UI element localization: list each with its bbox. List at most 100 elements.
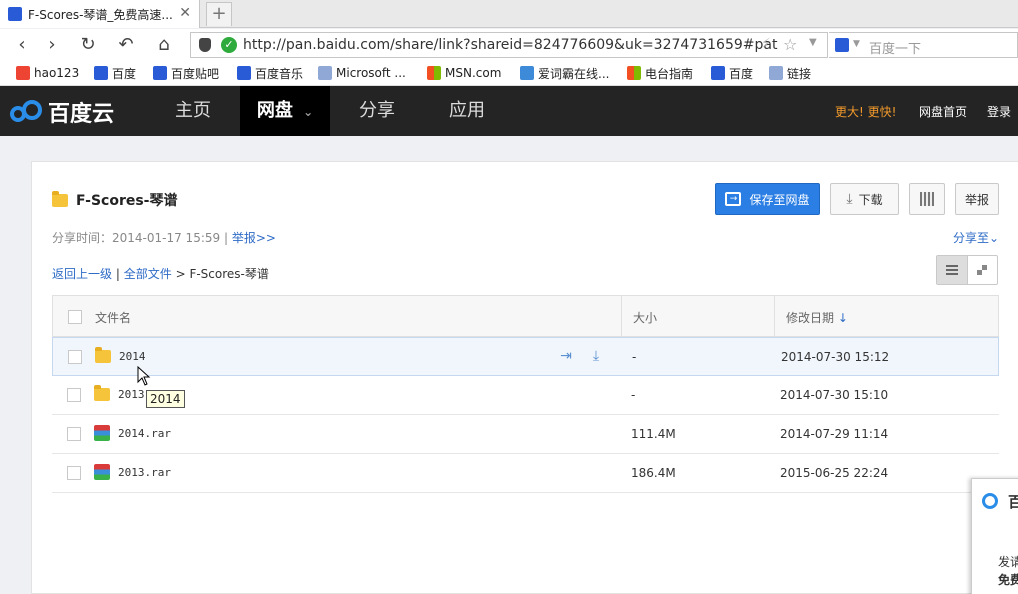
view-toggle (936, 255, 998, 285)
search-engine-dropdown-icon[interactable]: ▼ (853, 39, 860, 49)
row-checkbox[interactable] (68, 350, 82, 364)
netdisk-home-link[interactable]: 网盘首页 (919, 103, 967, 120)
bookmark-radio[interactable]: 电台指南 (627, 64, 693, 82)
crumb-back[interactable]: 返回上一级 (52, 267, 112, 281)
file-name[interactable]: 2014 (119, 350, 146, 363)
baidu-paw-icon (711, 66, 725, 80)
file-size: - (632, 350, 637, 364)
bookmark-msn[interactable]: MSN.com (427, 64, 501, 82)
qrcode-button[interactable] (909, 183, 945, 215)
grid-view-icon[interactable] (968, 256, 998, 284)
undo-close-icon[interactable]: ↶ (112, 35, 140, 55)
baidu-paw-icon (8, 7, 22, 21)
nav-netdisk[interactable]: 网盘 ⌄ (240, 86, 330, 136)
share-to-dropdown[interactable]: 分享至⌄ (953, 229, 999, 246)
bookmarks-bar: hao123 百度 百度贴吧 百度音乐 Microsoft ... MSN.co… (0, 61, 1018, 86)
radio-icon (627, 66, 641, 80)
login-link[interactable]: 登录 (987, 103, 1011, 120)
popup-line2: 免费 (998, 573, 1018, 587)
row-checkbox[interactable] (67, 427, 81, 441)
tooltip: 2014 (146, 390, 185, 408)
crumb-current: F-Scores-琴谱 (189, 267, 269, 281)
download-row-icon[interactable]: ⤓ (587, 348, 605, 364)
address-bar[interactable]: ✓ http://pan.baidu.com/share/link?sharei… (190, 32, 828, 58)
file-name[interactable]: 2013 (118, 388, 145, 401)
nav-apps[interactable]: 应用 (424, 86, 510, 136)
url-text: http://pan.baidu.com/share/link?shareid=… (243, 37, 778, 53)
browser-tab-bar: F-Scores-琴谱_免费高速... ✕ + (0, 0, 1018, 28)
forward-icon[interactable]: › (42, 35, 62, 55)
report-button[interactable]: 举报 (955, 183, 999, 215)
cloud-logo-icon (10, 98, 44, 126)
save-icon: → (725, 192, 742, 206)
folder-icon (95, 347, 111, 363)
chevron-down-icon: ⌄ (989, 231, 1000, 245)
file-size: 186.4M (631, 466, 676, 480)
nav-home[interactable]: 主页 (150, 86, 236, 136)
promo-link[interactable]: 更大! 更快! (835, 103, 896, 120)
home-icon[interactable]: ⌂ (154, 35, 174, 55)
browser-nav-bar: ‹ › ↻ ↶ ⌂ ✓ http://pan.baidu.com/share/l… (0, 29, 1018, 61)
hao123-icon (16, 66, 30, 80)
bookmark-iciba[interactable]: 爱词霸在线... (520, 64, 609, 82)
file-date: 2014-07-30 15:12 (781, 350, 890, 364)
bookmark-links[interactable]: 链接 (769, 64, 811, 82)
table-row[interactable]: 2014 ⇥ ⤓ - 2014-07-30 15:12 (52, 337, 999, 376)
iciba-icon (520, 66, 534, 80)
crumb-all-files[interactable]: 全部文件 (124, 267, 172, 281)
bookmark-microsoft[interactable]: Microsoft ... (318, 64, 406, 82)
breadcrumb: 返回上一级 | 全部文件 > F-Scores-琴谱 (52, 267, 269, 281)
share-time: 分享时间：2014-01-17 15:59 | 举报>> (52, 231, 276, 245)
save-to-netdisk-button[interactable]: → 保存至网盘 (715, 183, 820, 215)
search-placeholder: 百度一下 (869, 42, 922, 57)
bookmark-tieba[interactable]: 百度贴吧 (153, 64, 219, 82)
logo-text: 百度云 (48, 102, 115, 127)
row-checkbox[interactable] (67, 388, 81, 402)
folder-icon (769, 66, 783, 80)
report-link[interactable]: 举报>> (232, 231, 276, 245)
site-header: 百度云 主页 网盘 ⌄ 分享 应用 更大! 更快! 网盘首页 登录 (0, 86, 1018, 136)
back-icon[interactable]: ‹ (12, 35, 32, 55)
row-checkbox[interactable] (67, 466, 81, 480)
popup-title: 百 (1008, 493, 1018, 511)
col-size[interactable]: 大小 (633, 309, 657, 326)
col-modified[interactable]: 修改日期 ↓ (786, 309, 848, 326)
download-icon: ⤓ (846, 191, 853, 207)
page-title: F-Scores-琴谱 (52, 190, 178, 210)
search-engine-icon[interactable] (835, 38, 849, 52)
file-name[interactable]: 2013.rar (118, 466, 171, 479)
lightning-icon[interactable]: ⚡ (761, 36, 771, 52)
list-view-icon[interactable] (937, 256, 968, 284)
folder-icon (94, 385, 110, 401)
file-size: - (631, 388, 636, 402)
bookmark-hao123[interactable]: hao123 (16, 64, 79, 82)
col-filename[interactable]: 文件名 (95, 309, 131, 326)
folder-icon (318, 66, 332, 80)
dropdown-icon[interactable]: ▼ (809, 37, 817, 48)
search-box[interactable]: ▼ 百度一下 (829, 32, 1018, 58)
nav-share[interactable]: 分享 (336, 86, 418, 136)
bookmark-baidu-2[interactable]: 百度 (711, 64, 753, 82)
notification-popup[interactable]: 百 发请 免费 (971, 478, 1018, 594)
baidu-yun-logo[interactable]: 百度云 (10, 96, 114, 128)
save-row-icon[interactable]: ⇥ (557, 348, 575, 364)
file-date: 2015-06-25 22:24 (780, 466, 889, 480)
download-button[interactable]: ⤓ 下载 (830, 183, 899, 215)
table-row[interactable]: 2013.rar 186.4M 2015-06-25 22:24 (52, 454, 999, 493)
table-row[interactable]: 2013 - 2014-07-30 15:10 (52, 376, 999, 415)
file-date: 2014-07-29 11:14 (780, 427, 889, 441)
file-name[interactable]: 2014.rar (118, 427, 171, 440)
browser-tab[interactable]: F-Scores-琴谱_免费高速... ✕ (0, 0, 200, 28)
mouse-cursor-icon (137, 366, 151, 386)
table-row[interactable]: 2014.rar 111.4M 2014-07-29 11:14 (52, 415, 999, 454)
star-icon[interactable]: ☆ (783, 35, 797, 54)
select-all-checkbox[interactable] (68, 310, 82, 324)
tab-close-icon[interactable]: ✕ (179, 5, 191, 21)
table-header: 文件名 大小 修改日期 ↓ (52, 295, 999, 337)
bookmark-baidu[interactable]: 百度 (94, 64, 136, 82)
bookmark-music[interactable]: 百度音乐 (237, 64, 303, 82)
share-panel: F-Scores-琴谱 分享时间：2014-01-17 15:59 | 举报>>… (31, 161, 1018, 594)
new-tab-button[interactable]: + (206, 2, 232, 26)
secure-check-icon: ✓ (221, 37, 237, 53)
reload-icon[interactable]: ↻ (78, 35, 98, 55)
